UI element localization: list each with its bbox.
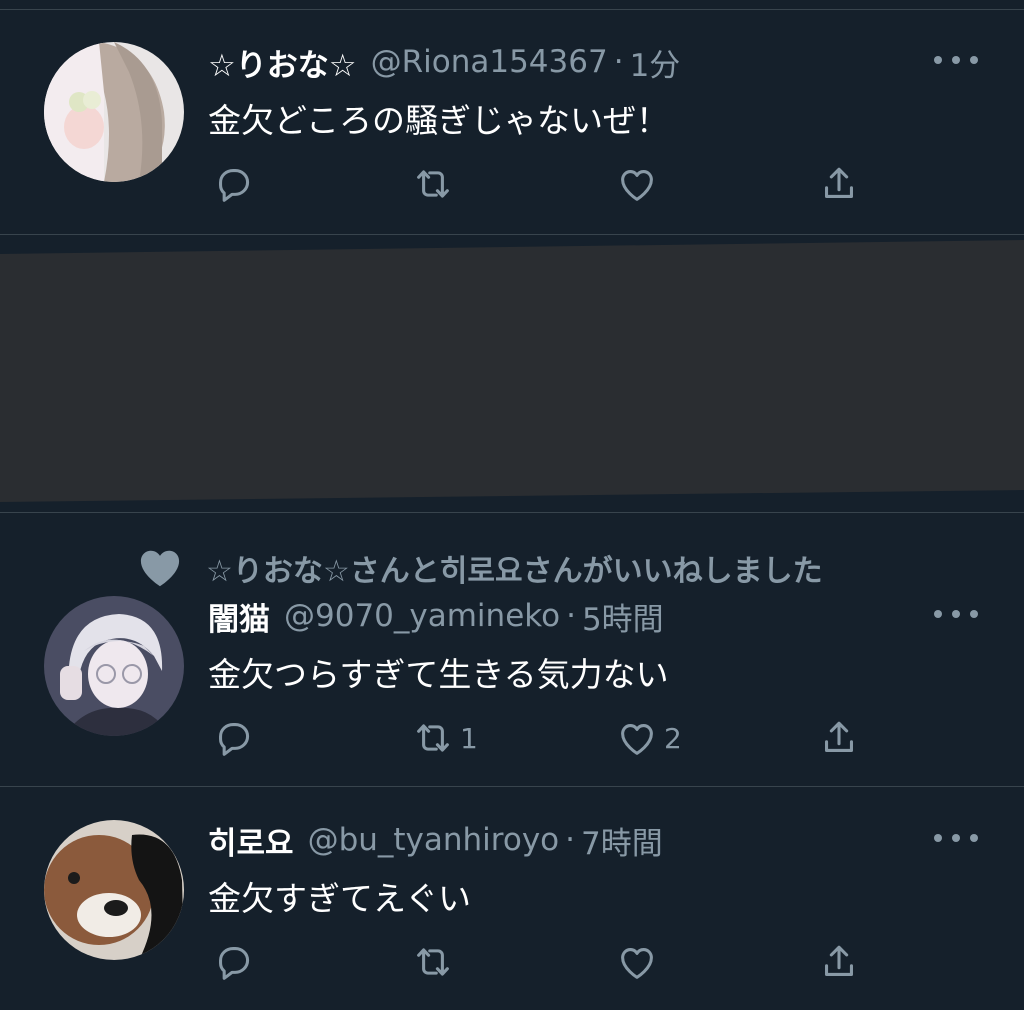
reply-icon — [219, 947, 250, 980]
separator: · — [613, 44, 624, 80]
tweet-header: 히로요 @bu_tyanhiroyo · 7時間 — [208, 818, 663, 862]
like-button[interactable] — [614, 940, 664, 984]
retweet-icon — [417, 724, 449, 752]
like-button[interactable] — [614, 162, 664, 206]
tweet-3[interactable]: 히로요 @bu_tyanhiroyo · 7時間 金欠すぎてえぐい — [0, 786, 1024, 1010]
heart-icon — [621, 170, 653, 201]
divider — [0, 234, 1024, 235]
retweet-button[interactable]: 1 — [410, 716, 478, 760]
reply-button[interactable] — [210, 716, 256, 760]
share-button[interactable] — [816, 716, 862, 760]
tweet-header: 闇猫 @9070_yamineko · 5時間 — [208, 594, 664, 638]
reply-button[interactable] — [210, 162, 256, 206]
tweet-2[interactable]: 闇猫 @9070_yamineko · 5時間 金欠つらすぎて生きる気力ない 1… — [0, 512, 1024, 786]
separator: · — [565, 822, 575, 858]
more-icon[interactable] — [934, 604, 978, 624]
heart-icon — [621, 948, 653, 979]
reply-icon — [219, 169, 250, 202]
more-icon[interactable] — [934, 828, 978, 848]
media-placeholder — [0, 240, 1024, 502]
tweet-text: 金欠つらすぎて生きる気力ない — [208, 655, 669, 694]
avatar[interactable] — [44, 596, 184, 736]
more-icon[interactable] — [934, 50, 978, 70]
retweet-icon — [417, 170, 449, 198]
user-handle[interactable]: @Riona154367 — [371, 44, 608, 80]
share-icon — [825, 945, 853, 976]
display-name[interactable]: 闇猫 — [208, 594, 270, 639]
separator: · — [566, 598, 576, 634]
like-count: 2 — [664, 721, 682, 755]
display-name[interactable]: 히로요 — [208, 818, 294, 863]
tweet-text: 金欠すぎてえぐい — [208, 879, 472, 918]
share-button[interactable] — [816, 940, 862, 984]
tweet-text: 金欠どころの騒ぎじゃないぜ！ — [208, 101, 670, 140]
share-icon — [825, 721, 853, 752]
retweet-button[interactable] — [410, 940, 460, 984]
avatar[interactable] — [44, 42, 184, 182]
tweet-1[interactable]: ☆りおな☆ @Riona154367 · 1分 金欠どころの騒ぎじゃないぜ！ — [0, 0, 1024, 234]
share-button[interactable] — [816, 162, 862, 206]
share-icon — [825, 167, 853, 198]
timestamp[interactable]: 5時間 — [582, 594, 664, 639]
timestamp[interactable]: 7時間 — [581, 818, 663, 863]
avatar[interactable] — [44, 820, 184, 960]
retweet-icon — [417, 948, 449, 976]
retweet-count: 1 — [460, 721, 478, 755]
reply-button[interactable] — [210, 940, 256, 984]
display-name[interactable]: ☆りおな☆ — [208, 40, 357, 85]
user-handle[interactable]: @bu_tyanhiroyo — [308, 822, 560, 858]
timestamp[interactable]: 1分 — [630, 40, 681, 85]
user-handle[interactable]: @9070_yamineko — [284, 598, 560, 634]
retweet-button[interactable] — [410, 162, 460, 206]
heart-icon — [621, 724, 653, 755]
tweet-header: ☆りおな☆ @Riona154367 · 1分 — [208, 40, 680, 84]
like-button[interactable]: 2 — [614, 716, 682, 760]
reply-icon — [219, 723, 250, 756]
